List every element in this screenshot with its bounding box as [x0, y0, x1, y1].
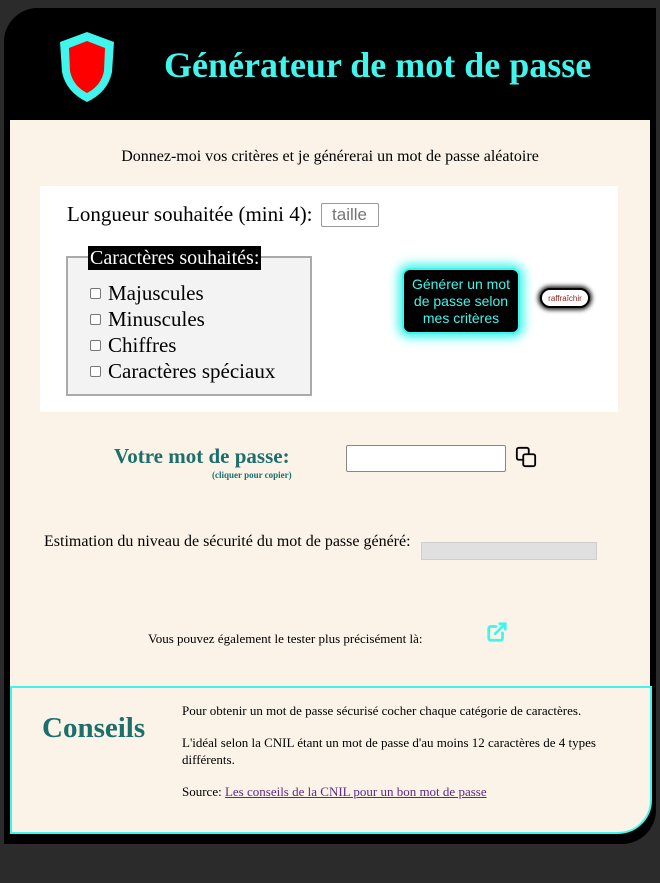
option-special[interactable]: Caractères spéciaux [90, 358, 275, 384]
option-label: Minuscules [108, 306, 205, 331]
main-panel: Donnez-moi vos critères et je générerai … [10, 120, 650, 688]
conseils-text: Pour obtenir un mot de passe sécurisé co… [182, 702, 642, 815]
intro-text: Donnez-moi vos critères et je générerai … [121, 148, 539, 165]
conseil-paragraph-2: L'idéal selon la CNIL étant un mot de pa… [182, 735, 596, 767]
conseils-panel: Conseils Pour obtenir un mot de passe sé… [10, 686, 652, 834]
password-hint: (cliquer pour copier) [212, 470, 292, 480]
characters-fieldset: Caractères souhaités: Majuscules Minuscu… [66, 246, 312, 396]
shield-icon [60, 32, 114, 102]
conseils-title: Conseils [42, 712, 146, 744]
cnil-source-link[interactable]: Les conseils de la CNIL pour un bon mot … [225, 784, 487, 799]
length-input[interactable] [320, 202, 379, 227]
lowercase-checkbox[interactable] [90, 313, 101, 325]
characters-legend: Caractères souhaités: [88, 246, 262, 270]
option-label: Caractères spéciaux [108, 358, 276, 383]
password-output[interactable] [346, 445, 506, 472]
security-meter [421, 542, 597, 560]
option-label: Majuscules [108, 280, 204, 305]
length-row: Longueur souhaitée (mini 4): [67, 202, 379, 227]
option-lowercase[interactable]: Minuscules [90, 306, 275, 332]
criteria-panel: Longueur souhaitée (mini 4): Caractères … [40, 186, 618, 412]
options-list: Majuscules Minuscules Chiffres Caractère… [90, 280, 275, 384]
digits-checkbox[interactable] [90, 339, 101, 351]
option-uppercase[interactable]: Majuscules [90, 280, 275, 306]
page-title: Générateur de mot de passe [164, 45, 592, 85]
app-card: Générateur de mot de passe Donnez-moi vo… [4, 8, 656, 844]
length-label: Longueur souhaitée (mini 4): [67, 202, 313, 226]
uppercase-checkbox[interactable] [90, 287, 101, 299]
copy-icon[interactable] [515, 446, 537, 468]
header: Générateur de mot de passe [4, 8, 656, 120]
special-checkbox[interactable] [90, 365, 101, 377]
option-label: Chiffres [108, 332, 177, 357]
option-digits[interactable]: Chiffres [90, 332, 275, 358]
conseil-paragraph-1: Pour obtenir un mot de passe sécurisé co… [182, 703, 582, 718]
password-label: Votre mot de passe: [114, 444, 290, 468]
external-link-icon[interactable] [486, 621, 508, 643]
conseil-source: Source: Les conseils de la CNIL pour un … [182, 783, 642, 800]
generate-button[interactable]: Générer un mot de passe selon mes critèr… [402, 268, 520, 334]
test-text: Vous pouvez également le tester plus pré… [148, 631, 423, 646]
security-estimation-label: Estimation du niveau de sécurité du mot … [44, 533, 411, 550]
refresh-button[interactable]: raffraîchir [540, 288, 590, 308]
source-label: Source: [182, 784, 222, 799]
